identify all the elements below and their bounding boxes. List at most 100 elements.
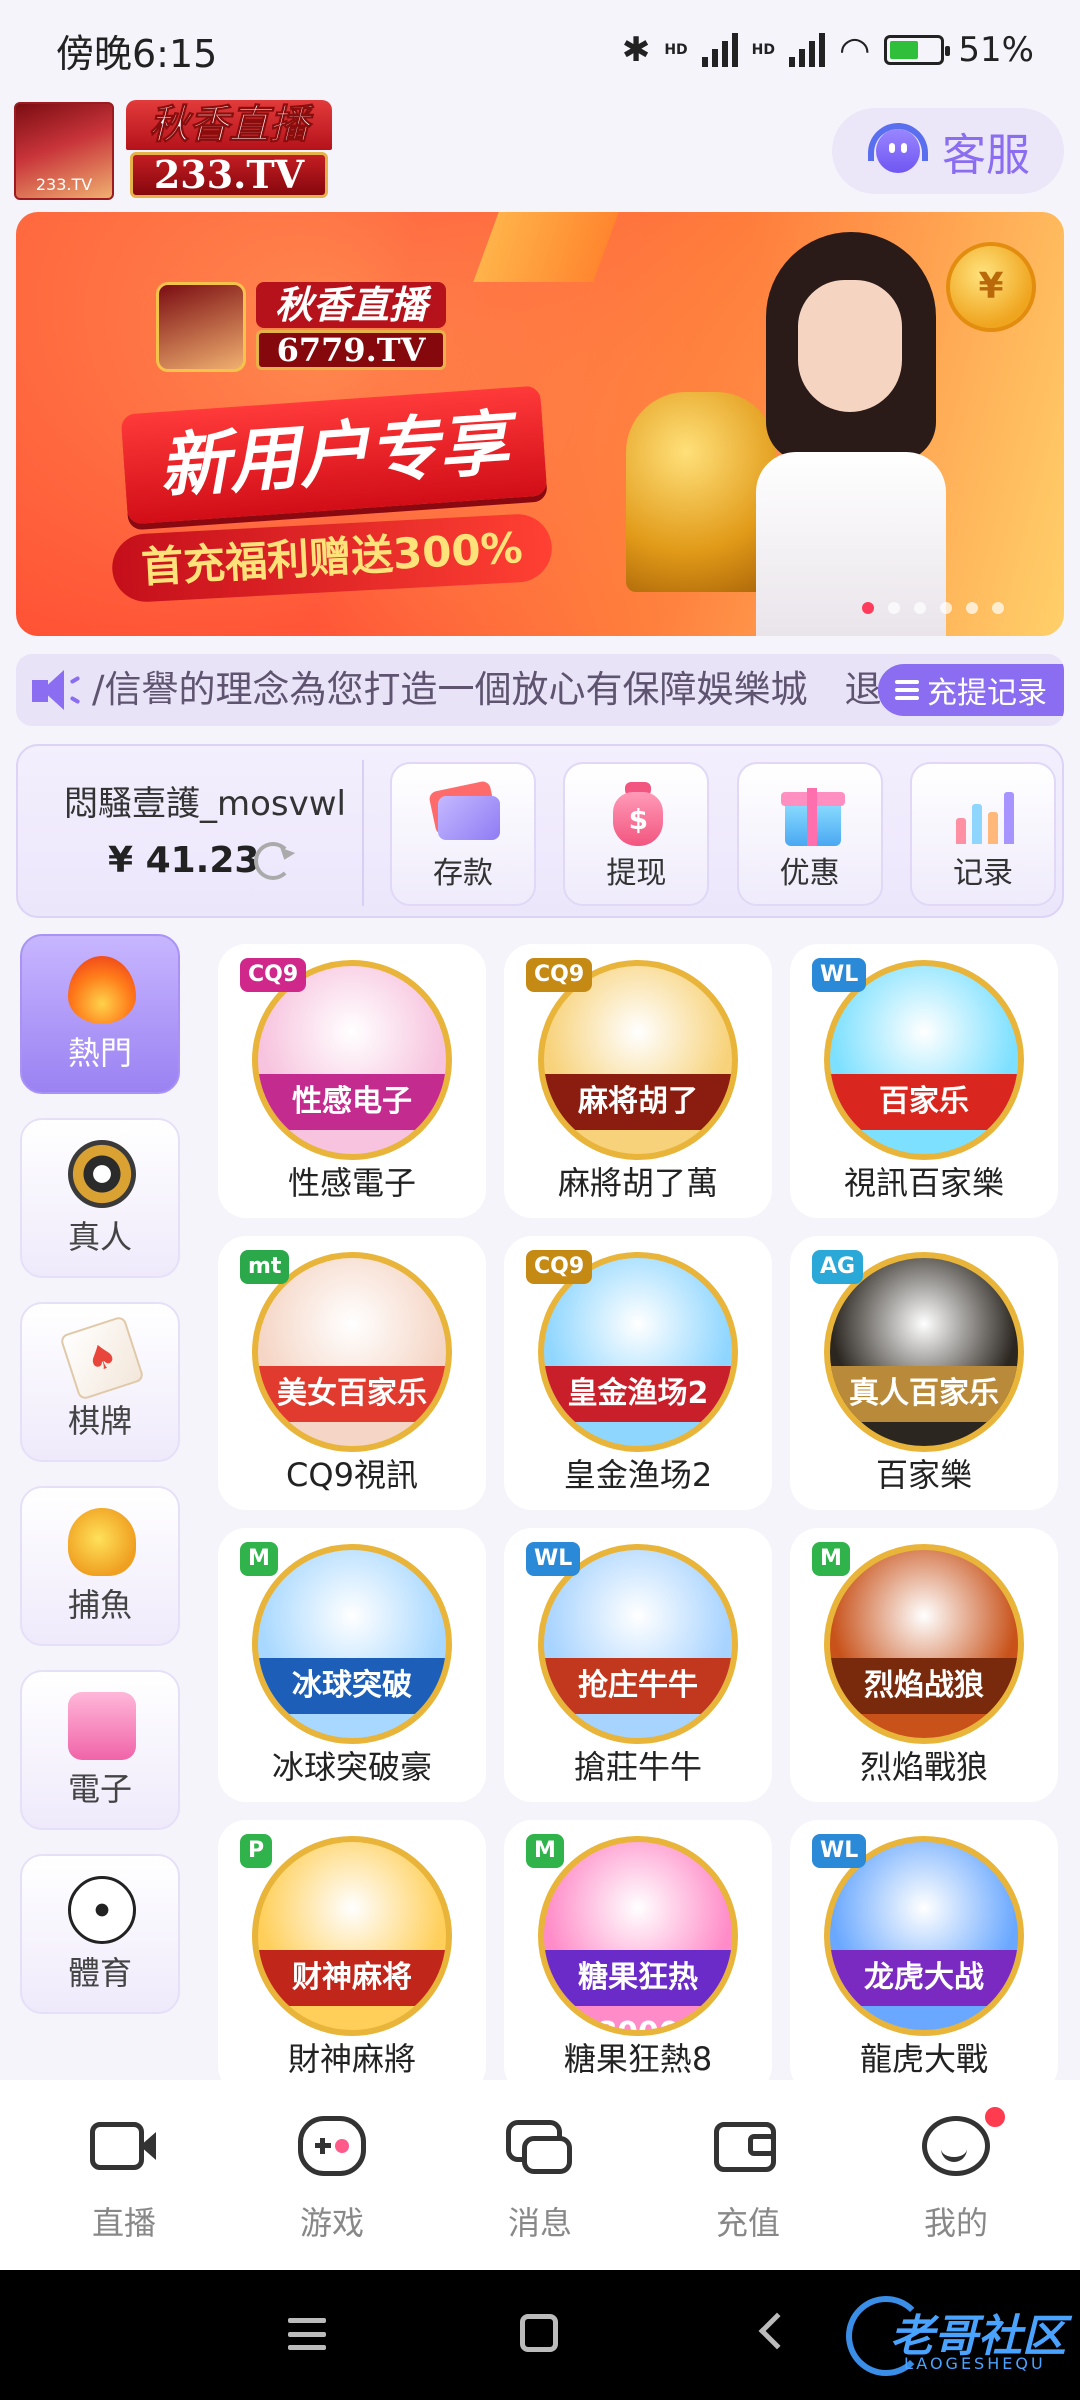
tab-games-label: 游戏 (299, 2204, 364, 2242)
game-name: 財神麻將 (287, 2040, 416, 2078)
provider-badge: CQ9 (240, 958, 307, 992)
game-tile[interactable]: 美女百家乐 mt CQ9視訊 (218, 1236, 486, 1510)
game-tile[interactable]: 冰球突破 M 冰球突破豪 (218, 1528, 486, 1802)
gamepad-icon (298, 2116, 366, 2176)
battery-icon (884, 35, 951, 65)
customer-service-button[interactable]: 客服 (832, 108, 1064, 194)
deposit-label: 存款 (433, 856, 493, 891)
withdraw-label: 提现 (606, 856, 667, 891)
tab-recharge-label: 充值 (715, 2204, 780, 2242)
game-tile[interactable]: 财神麻将 P 財神麻將 (218, 1820, 486, 2080)
account-card: 悶騷壹護_mosvwl ¥ 41.23 存款 $ 提现 优惠 记录 (16, 744, 1064, 918)
app-header: 233.TV 秋香直播 233.TV 客服 (0, 100, 1080, 210)
signal-icon-2 (789, 33, 825, 67)
tab-live-label: 直播 (91, 2204, 156, 2242)
status-icons: ✱ HD HD ◠ 51% (622, 30, 1034, 71)
wallet-icon (714, 2116, 782, 2176)
promotions-button[interactable]: 优惠 (736, 762, 883, 906)
game-artwork: 冰球突破 (252, 1544, 452, 1744)
category-sidebar: 熱門真人 ♠ 棋牌捕魚電子體育 (20, 934, 180, 2078)
tab-games[interactable]: 游戏 (242, 2080, 422, 2270)
signal-icon (701, 33, 738, 67)
game-tile[interactable]: 烈焰战狼 M 烈焰戰狼 (790, 1528, 1058, 1802)
speaker-icon (32, 668, 82, 712)
category-label: 體育 (67, 1954, 132, 1992)
category-label: 電子 (67, 1770, 132, 1808)
banner-logo-domain: 6779.TV (256, 330, 446, 370)
provider-badge: M (812, 1542, 850, 1576)
record-button-label: 充提记录 (927, 676, 1047, 711)
tab-me-label: 我的 (923, 2204, 988, 2242)
game-tile[interactable]: 百家乐 WL 視訊百家樂 (790, 944, 1058, 1218)
category-label: 捕魚 (67, 1586, 132, 1624)
game-artwork-title: 美女百家乐 (258, 1366, 446, 1422)
provider-badge: M (240, 1542, 278, 1576)
promo-banner[interactable]: 秋香直播 6779.TV 新用户专享 首充福利赠送300% ¥ (16, 212, 1064, 636)
refresh-balance-icon[interactable] (254, 842, 292, 880)
game-artwork-title: 糖果狂热 8000 (544, 1950, 732, 2030)
provider-badge: WL (812, 958, 867, 992)
game-artwork-title: 抢庄牛牛 (544, 1658, 732, 1714)
provider-badge: CQ9 (526, 958, 593, 992)
carousel-dot[interactable] (940, 602, 952, 614)
category-0[interactable]: 熱門 (20, 934, 180, 1094)
withdraw-button[interactable]: $ 提现 (563, 762, 710, 906)
game-tile[interactable]: 真人百家乐 AG 百家樂 (790, 1236, 1058, 1510)
game-tile[interactable]: 麻将胡了 CQ9 麻將胡了萬 (504, 944, 772, 1218)
category-label: 熱門 (67, 1034, 132, 1072)
category-3[interactable]: 捕魚 (20, 1486, 180, 1646)
category-1[interactable]: 真人 (20, 1118, 180, 1278)
announcement-marquee[interactable]: /信譽的理念為您打造一個放心有保障娛樂城 退 充提记录 (16, 654, 1064, 726)
records-label: 记录 (952, 856, 1013, 891)
carousel-dot[interactable] (966, 602, 978, 614)
back-icon[interactable] (758, 2312, 796, 2350)
game-artwork-title: 麻将胡了 (544, 1074, 732, 1130)
announcement-text: /信譽的理念為您打造一個放心有保障娛樂城 退 (92, 668, 882, 711)
status-time: 傍晚6:15 (56, 31, 218, 76)
carousel-dot[interactable] (888, 602, 900, 614)
carousel-dot[interactable] (914, 602, 926, 614)
tab-me[interactable]: 我的 (866, 2080, 1046, 2270)
watermark-logo: 老哥社区 LAOGESHEQU (846, 2294, 1066, 2378)
category-5[interactable]: 體育 (20, 1854, 180, 2014)
bluetooth-icon: ✱ (621, 30, 651, 70)
provider-badge: WL (526, 1542, 581, 1576)
game-artwork: 财神麻将 (252, 1836, 452, 2036)
carousel-dots[interactable] (862, 602, 1004, 614)
username: 悶騷壹護_mosvwl (63, 784, 346, 824)
deposit-withdraw-record-button[interactable]: 充提记录 (878, 664, 1064, 716)
deposit-button[interactable]: 存款 (390, 762, 536, 906)
game-tile[interactable]: 性感电子 CQ9 性感電子 (218, 944, 486, 1218)
game-artwork-title: 冰球突破 (258, 1658, 446, 1714)
carousel-dot[interactable] (862, 602, 874, 614)
banner-logo: 秋香直播 6779.TV (156, 282, 456, 372)
game-tile[interactable]: 皇金渔场2 CQ9 皇金渔场2 (504, 1236, 772, 1510)
game-tile[interactable]: 龙虎大战 WL 龍虎大戰 (790, 1820, 1058, 2080)
app-screen: 傍晚6:15 ✱ HD HD ◠ 51% 233.TV 秋香直播 233.TV … (0, 0, 1080, 2400)
category-2[interactable]: ♠ 棋牌 (20, 1302, 180, 1462)
balance: ¥ 41.23 (108, 840, 260, 881)
notification-dot (982, 2104, 1008, 2130)
provider-badge: CQ9 (526, 1250, 593, 1284)
game-name: 冰球突破豪 (271, 1748, 432, 1786)
records-button[interactable]: 记录 (909, 762, 1056, 906)
category-4[interactable]: 電子 (20, 1670, 180, 1830)
tab-recharge[interactable]: 充值 (658, 2080, 838, 2270)
recent-apps-icon[interactable] (288, 2318, 326, 2350)
tab-messages[interactable]: 消息 (450, 2080, 630, 2270)
game-name: 性感電子 (287, 1164, 416, 1202)
provider-badge: M (526, 1834, 564, 1868)
tab-live[interactable]: 直播 (34, 2080, 214, 2270)
slot-machine-icon (68, 1692, 136, 1760)
home-icon[interactable] (520, 2314, 558, 2352)
game-tile[interactable]: 抢庄牛牛 WL 搶莊牛牛 (504, 1528, 772, 1802)
banner-ribbon (473, 212, 619, 282)
shark-icon (68, 1508, 136, 1576)
card-icon (428, 778, 502, 848)
carousel-dot[interactable] (992, 602, 1004, 614)
playing-card-icon: ♠ (59, 1315, 145, 1401)
game-name: 烈焰戰狼 (859, 1748, 988, 1786)
app-logo: 秋香直播 233.TV (126, 100, 332, 200)
net-label-2: HD (751, 42, 775, 58)
game-tile[interactable]: 糖果狂热 8000 M 糖果狂熱8 (504, 1820, 772, 2080)
